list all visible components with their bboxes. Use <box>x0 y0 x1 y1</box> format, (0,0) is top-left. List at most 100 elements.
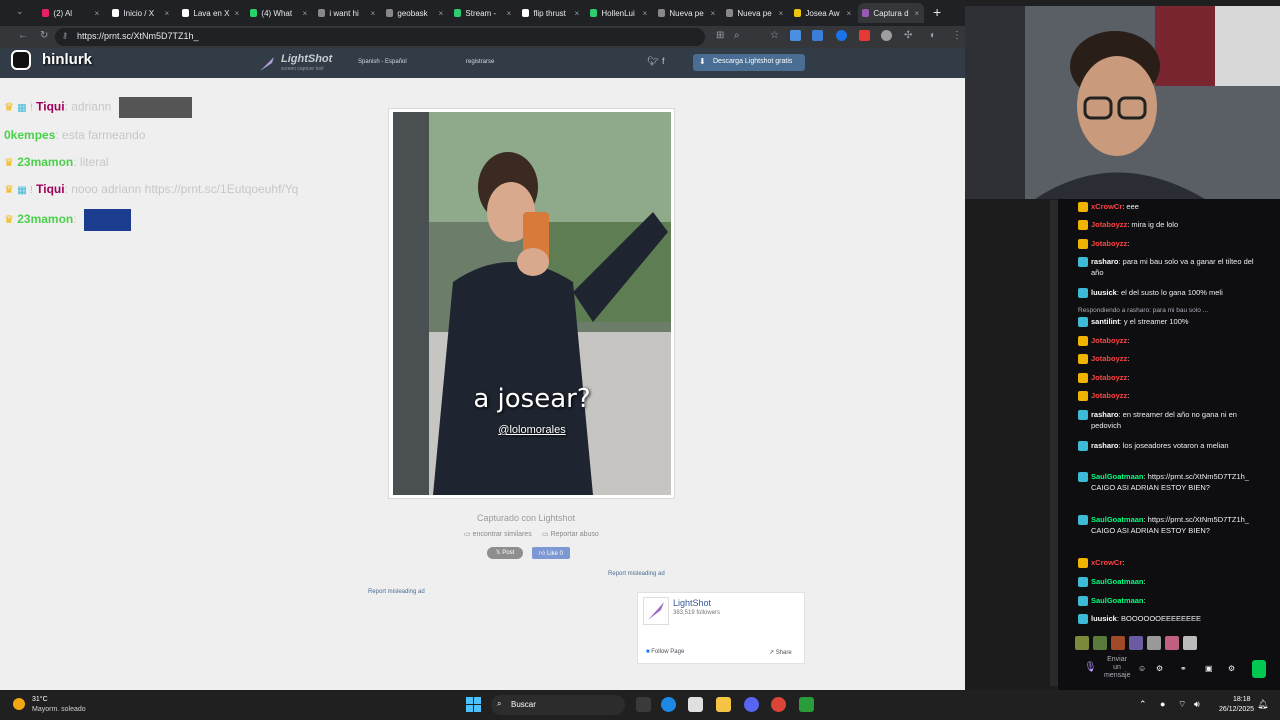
browser-tab[interactable]: Lava en X × <box>178 3 244 23</box>
close-tab-icon[interactable]: × <box>302 9 308 18</box>
close-tab-icon[interactable]: × <box>846 9 852 18</box>
settings-icon[interactable]: ⚙ <box>1156 664 1163 673</box>
store-icon[interactable] <box>688 697 703 712</box>
close-tab-icon[interactable]: × <box>574 9 580 18</box>
twitter-icon[interactable]: 🐦︎ <box>647 56 658 67</box>
chat-username[interactable]: Jotaboyzz <box>1091 336 1127 345</box>
gear-icon[interactable]: ⚙ <box>1228 664 1235 673</box>
chat-message-input[interactable]: Enviar un mensaje <box>1104 656 1130 680</box>
windows-start-icon[interactable] <box>466 697 481 712</box>
back-icon[interactable]: ← <box>18 30 28 41</box>
wifi-icon[interactable]: ⌔ <box>1178 699 1186 710</box>
edge-icon[interactable] <box>661 697 676 712</box>
taskbar-date[interactable]: 26/12/2025 <box>1219 706 1254 713</box>
mic-icon[interactable]: 🎙︎ <box>1084 662 1097 673</box>
discord-icon[interactable] <box>744 697 759 712</box>
browser-tab[interactable]: Stream - × <box>450 3 516 23</box>
chat-username[interactable]: luusick <box>1091 614 1117 623</box>
emote-icon[interactable] <box>1165 636 1179 650</box>
browser-tab[interactable]: geobask × <box>382 3 448 23</box>
tray-chevron-icon[interactable]: ⌃ <box>1139 699 1147 710</box>
emote-icon[interactable] <box>1129 636 1143 650</box>
extension-icon[interactable] <box>859 30 870 41</box>
extension-icon[interactable] <box>836 30 847 41</box>
fb-follow-button[interactable]: ■ Follow Page <box>646 649 684 655</box>
browser-tab[interactable]: Inicio / X × <box>108 3 174 23</box>
emote-picker-icon[interactable]: ☺ <box>1138 664 1146 673</box>
report-ad-link[interactable]: Report misleading ad <box>368 589 425 595</box>
find-similar-link[interactable]: ▭ encontrar similares <box>464 530 532 538</box>
extension-icon[interactable] <box>881 30 892 41</box>
language-selector[interactable]: Spanish - Español <box>358 59 407 65</box>
taskbar-search[interactable]: ⌕ Buscar <box>491 695 625 715</box>
site-info-icon[interactable]: ⚷ <box>62 31 68 40</box>
translate-icon[interactable]: ⊞ <box>716 30 724 41</box>
like-button[interactable]: 👍︎ Like 0 <box>532 547 570 559</box>
lightshot-logo[interactable]: LightShot <box>281 53 332 65</box>
weather-description[interactable]: Mayorm. soleado <box>32 706 86 713</box>
chat-username[interactable]: rasharo <box>1091 441 1119 450</box>
fb-share-button[interactable]: ↗ Share <box>769 649 792 656</box>
profile-icon[interactable]: ◐ <box>930 30 936 41</box>
volume-icon[interactable]: 🔊︎ <box>1194 699 1200 710</box>
close-tab-icon[interactable]: × <box>506 9 512 18</box>
extension-icon[interactable] <box>790 30 801 41</box>
login-link[interactable]: registrarse <box>466 59 494 65</box>
chat-username[interactable]: SaulGoatmaan <box>1091 472 1144 481</box>
captured-with-lightshot[interactable]: Capturado con Lightshot <box>477 513 575 523</box>
chat-username[interactable]: rasharo <box>1091 410 1119 419</box>
chrome-icon[interactable] <box>771 697 786 712</box>
extensions-puzzle-icon[interactable]: ✣ <box>904 30 912 41</box>
close-tab-icon[interactable]: × <box>94 9 100 18</box>
weather-sun-icon[interactable] <box>13 698 25 710</box>
close-tab-icon[interactable]: × <box>778 9 784 18</box>
close-tab-icon[interactable]: × <box>164 9 170 18</box>
close-tab-icon[interactable]: × <box>234 9 240 18</box>
chat-username[interactable]: santilint <box>1091 317 1120 326</box>
browser-tab[interactable]: Nueva pe × <box>722 3 788 23</box>
page-scrollbar[interactable] <box>1050 200 1058 686</box>
close-tab-icon[interactable]: × <box>642 9 648 18</box>
chat-username[interactable]: Jotaboyzz <box>1091 373 1127 382</box>
facebook-icon[interactable]: f <box>662 56 665 66</box>
close-tab-icon[interactable]: × <box>438 9 444 18</box>
chat-username[interactable]: SaulGoatmaan <box>1091 596 1144 605</box>
browser-tab[interactable]: (4) What × <box>246 3 312 23</box>
post-button[interactable]: 𝕏 Post <box>487 547 523 559</box>
new-tab-icon[interactable]: + <box>933 4 941 20</box>
chat-username[interactable]: rasharo <box>1091 257 1119 266</box>
download-lightshot-button[interactable]: ⬇ Descarga Lightshot gratis <box>693 54 805 71</box>
chat-username[interactable]: xCrowCr <box>1091 558 1122 567</box>
report-ad-link[interactable]: Report misleading ad <box>608 571 665 577</box>
browser-tab[interactable]: Josea Aw × <box>790 3 856 23</box>
chat-username[interactable]: SaulGoatmaan <box>1091 577 1144 586</box>
chat-username[interactable]: Jotaboyzz <box>1091 391 1127 400</box>
chat-username[interactable]: SaulGoatmaan <box>1091 515 1144 524</box>
chat-username[interactable]: Jotaboyzz <box>1091 220 1127 229</box>
zoom-icon[interactable]: ⌕ <box>734 30 740 41</box>
close-tab-icon[interactable]: × <box>914 9 920 18</box>
emote-icon[interactable] <box>1111 636 1125 650</box>
close-tab-icon[interactable]: × <box>710 9 716 18</box>
browser-tab[interactable]: Nueva pe × <box>654 3 720 23</box>
extension-icon[interactable] <box>812 30 823 41</box>
fb-page-name[interactable]: LightShot <box>673 598 711 608</box>
emote-icon[interactable] <box>1093 636 1107 650</box>
browser-tab[interactable]: flip thrust × <box>518 3 584 23</box>
store-icon[interactable]: ▣ <box>1205 664 1213 673</box>
browser-tab[interactable]: i want hi × <box>314 3 380 23</box>
close-tab-icon[interactable]: × <box>370 9 376 18</box>
task-view-icon[interactable] <box>636 697 651 712</box>
weather-temperature[interactable]: 31°C <box>32 696 48 703</box>
tab-search-icon[interactable]: ⌄ <box>16 6 24 17</box>
bookmark-star-icon[interactable]: ☆ <box>770 30 779 41</box>
emote-icon[interactable] <box>1183 636 1197 650</box>
chat-username[interactable]: Jotaboyzz <box>1091 239 1127 248</box>
notification-icon[interactable]: 🔔︎ <box>1257 699 1268 710</box>
emote-icon[interactable] <box>1075 636 1089 650</box>
chat-username[interactable]: luusick <box>1091 288 1117 297</box>
browser-tab[interactable]: HollenLui × <box>586 3 652 23</box>
browser-tab[interactable]: Captura d × <box>858 3 924 23</box>
chat-username[interactable]: Jotaboyzz <box>1091 354 1127 363</box>
app-icon[interactable] <box>799 697 814 712</box>
